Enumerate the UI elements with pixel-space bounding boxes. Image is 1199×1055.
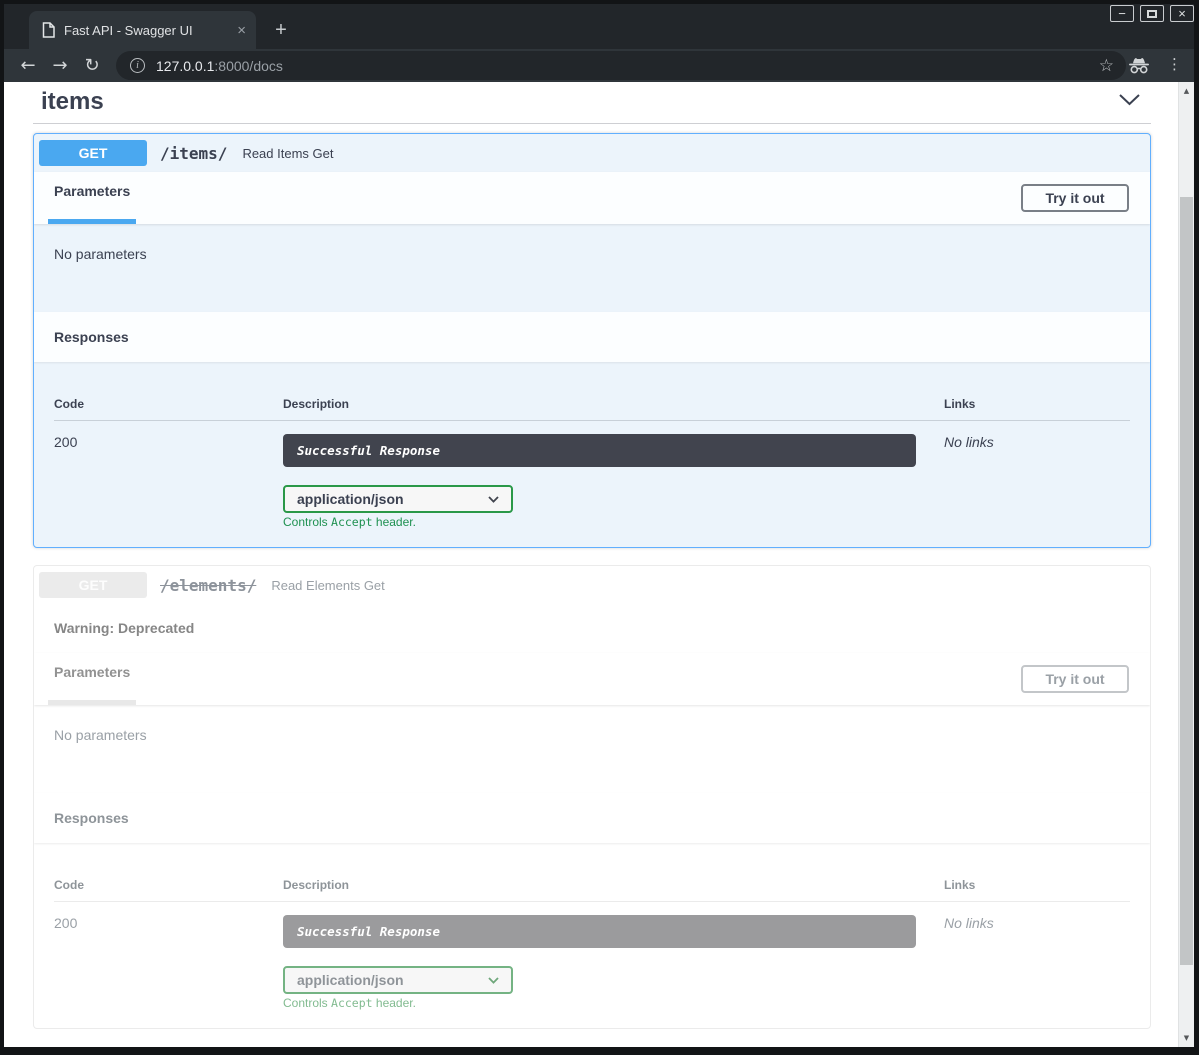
- close-icon[interactable]: ×: [1170, 5, 1194, 22]
- responses-table-head: Code Description Links: [54, 362, 1130, 421]
- column-code: Code: [54, 878, 283, 892]
- minimize-icon[interactable]: −: [1110, 5, 1134, 22]
- select-chevron-icon: [488, 977, 499, 984]
- response-row: 200 Successful Response application/json…: [54, 421, 1130, 529]
- tab-parameters[interactable]: Parameters: [48, 172, 136, 224]
- deprecated-warning: Warning: Deprecated: [34, 604, 1150, 653]
- responses-table: Code Description Links 200 Successful Re…: [34, 843, 1150, 1028]
- url-host: 127.0.0.1: [156, 58, 214, 74]
- browser-tab[interactable]: Fast API - Swagger UI ×: [29, 11, 256, 49]
- forward-icon[interactable]: →: [44, 55, 76, 76]
- response-row: 200 Successful Response application/json…: [54, 902, 1130, 1010]
- response-code: 200: [54, 434, 283, 529]
- tab-parameters[interactable]: Parameters: [48, 653, 136, 705]
- scroll-down-icon[interactable]: ▼: [1179, 1034, 1194, 1042]
- operation-summary: Read Items Get: [242, 146, 333, 161]
- incognito-icon: [1127, 57, 1151, 79]
- parameters-header: Parameters Try it out: [34, 653, 1150, 705]
- try-it-out-button[interactable]: Try it out: [1021, 184, 1129, 212]
- no-links-text: No links: [944, 915, 1130, 1010]
- column-links: Links: [944, 878, 1130, 892]
- browser-window: Fast API - Swagger UI × + − × ← → ↻ i 12…: [4, 4, 1194, 1047]
- opblock-get-elements-deprecated: GET /elements/ Read Elements Get Warning…: [33, 565, 1151, 1029]
- response-description: Successful Response: [283, 434, 916, 467]
- select-chevron-icon: [488, 496, 499, 503]
- chevron-down-icon[interactable]: [1118, 93, 1141, 111]
- site-info-icon[interactable]: i: [130, 58, 145, 73]
- url-path: :8000/docs: [214, 58, 283, 74]
- method-badge: GET: [39, 572, 147, 598]
- page-scrollbar[interactable]: ▲ ▼: [1178, 82, 1194, 1047]
- no-parameters-text: No parameters: [34, 705, 1150, 793]
- browser-toolbar: ← → ↻ i 127.0.0.1:8000/docs ☆ ⋮: [4, 49, 1194, 82]
- responses-table-head: Code Description Links: [54, 843, 1130, 902]
- media-type-value: application/json: [297, 972, 404, 988]
- browser-menu-icon[interactable]: ⋮: [1167, 54, 1182, 75]
- column-links: Links: [944, 397, 1130, 411]
- method-badge: GET: [39, 140, 147, 166]
- column-description: Description: [283, 878, 944, 892]
- response-description-cell: Successful Response application/json Con…: [283, 434, 944, 529]
- window-controls: − ×: [1110, 5, 1194, 22]
- opblock-summary[interactable]: GET /elements/ Read Elements Get: [34, 566, 1150, 604]
- address-bar[interactable]: i 127.0.0.1:8000/docs ☆: [116, 51, 1126, 80]
- operation-summary: Read Elements Get: [271, 578, 384, 593]
- responses-header: Responses: [34, 312, 1150, 362]
- response-description: Successful Response: [283, 915, 916, 948]
- media-type-value: application/json: [297, 491, 404, 507]
- response-code: 200: [54, 915, 283, 1010]
- column-code: Code: [54, 397, 283, 411]
- tab-title: Fast API - Swagger UI: [64, 23, 231, 38]
- try-it-out-button[interactable]: Try it out: [1021, 665, 1129, 693]
- responses-header: Responses: [34, 793, 1150, 843]
- new-tab-icon[interactable]: +: [267, 16, 295, 44]
- bookmark-star-icon[interactable]: ☆: [1099, 56, 1114, 76]
- reload-icon[interactable]: ↻: [76, 55, 108, 76]
- no-links-text: No links: [944, 434, 1130, 529]
- scrollbar-thumb[interactable]: [1180, 197, 1193, 965]
- page-content: items GET /items/ Read Items Get Paramet…: [4, 82, 1194, 1047]
- scroll-up-icon[interactable]: ▲: [1179, 87, 1194, 95]
- media-type-select[interactable]: application/json: [283, 485, 513, 513]
- media-type-select[interactable]: application/json: [283, 966, 513, 994]
- parameters-header: Parameters Try it out: [34, 172, 1150, 224]
- operation-path: /items/: [160, 144, 227, 163]
- response-description-cell: Successful Response application/json Con…: [283, 915, 944, 1010]
- titlebar: Fast API - Swagger UI × + − ×: [4, 4, 1194, 49]
- accept-header-note: Controls Accept header.: [283, 515, 416, 529]
- opblock-summary[interactable]: GET /items/ Read Items Get: [34, 134, 1150, 172]
- accept-header-note: Controls Accept header.: [283, 996, 416, 1010]
- maximize-icon[interactable]: [1140, 5, 1164, 22]
- url-text: 127.0.0.1:8000/docs: [156, 58, 1099, 74]
- responses-table: Code Description Links 200 Successful Re…: [34, 362, 1150, 547]
- page-icon: [42, 22, 55, 38]
- no-parameters-text: No parameters: [34, 224, 1150, 312]
- back-icon[interactable]: ←: [12, 55, 44, 76]
- operation-path: /elements/: [160, 576, 256, 595]
- tag-title: items: [41, 88, 104, 116]
- column-description: Description: [283, 397, 944, 411]
- section-divider: [33, 123, 1151, 124]
- swagger-ui: items GET /items/ Read Items Get Paramet…: [33, 82, 1151, 1029]
- tag-section-header: items: [33, 86, 1151, 116]
- opblock-get-items: GET /items/ Read Items Get Parameters Tr…: [33, 133, 1151, 548]
- tab-close-icon[interactable]: ×: [237, 22, 246, 39]
